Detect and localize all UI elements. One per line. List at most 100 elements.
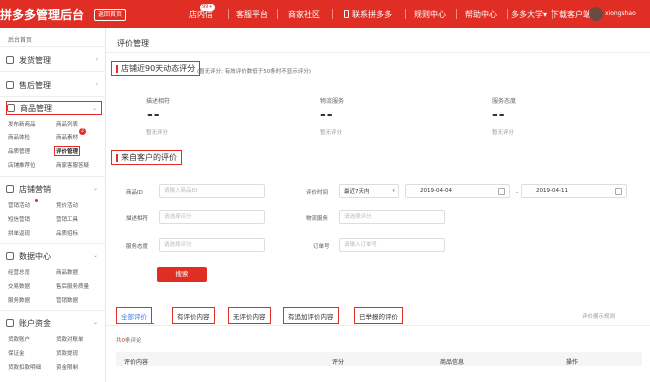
date-start-picker[interactable]: 2019-04-04	[405, 184, 510, 198]
sidebar-group-label: 发货管理	[19, 55, 51, 65]
logistics-score-select[interactable]	[339, 210, 445, 224]
chevron-right-icon: ›	[95, 56, 98, 63]
chart-icon	[6, 252, 14, 260]
sidebar-group-data[interactable]: 数据中心 ⌄	[6, 249, 102, 263]
wallet-icon	[6, 319, 14, 327]
chevron-down-icon: ⌄	[92, 319, 98, 326]
sidebar-item-goods-list[interactable]: 商品列表	[56, 120, 78, 128]
active-tab-indicator	[118, 323, 154, 324]
sidebar-group-marketing[interactable]: 店铺营销 ⌄	[6, 182, 102, 196]
order-no-input[interactable]	[339, 238, 445, 252]
sidebar-item-publish[interactable]: 发布新商品	[8, 120, 36, 128]
score-value-logistics: --	[320, 107, 334, 123]
sidebar-item-deduction[interactable]: 货款扣款明细	[8, 363, 41, 371]
column-header-goods: 商品信息	[440, 359, 465, 366]
avatar[interactable]	[589, 7, 603, 21]
sidebar-group-shipping[interactable]: 发货管理 ›	[6, 53, 102, 67]
tab-with-followup[interactable]: 有追加评价内容	[283, 307, 339, 324]
top-bar: 拼多多管理后台 返回首页 店内信 99+ 客服平台 商家社区 联系拼多多 规则中…	[0, 0, 650, 28]
logo[interactable]: 拼多多管理后台	[0, 6, 84, 23]
column-header-actions: 操作	[566, 359, 579, 366]
sidebar-group-goods[interactable]: 商品管理 ⌄	[6, 101, 102, 115]
sidebar-item-marketing-data[interactable]: 营销数据	[56, 296, 78, 304]
score-label-logistics: 物流服务	[320, 98, 345, 105]
score-sub-service: 暂无评分	[492, 130, 515, 136]
section-marker	[116, 153, 118, 162]
nav-download-client[interactable]: 下载客户端	[551, 0, 591, 28]
score-value-description: --	[147, 107, 161, 123]
sidebar-group-aftersale[interactable]: 售后管理 ›	[6, 78, 102, 92]
tab-reported[interactable]: 已举报的评价	[354, 307, 403, 324]
nav-rules[interactable]: 规则中心	[406, 0, 454, 28]
sidebar-item-aftersale-quality[interactable]: 售后服务质量	[56, 282, 89, 290]
new-dot	[35, 199, 38, 202]
chevron-down-icon: ▾	[392, 188, 395, 194]
truck-icon	[6, 56, 14, 64]
nav-help[interactable]: 帮助中心	[457, 0, 505, 28]
goods-icon	[7, 104, 15, 112]
tab-without-content[interactable]: 无评价内容	[228, 307, 271, 324]
section-title-text: 店铺近90天动态评分	[121, 64, 196, 73]
date-end-value: 2019-04-11	[536, 188, 568, 194]
sidebar-item-tools[interactable]: 营销工具	[56, 215, 78, 223]
sidebar-home-link[interactable]: 后台首页	[8, 35, 32, 44]
inbox-badge: 99+	[200, 4, 215, 11]
nav-contact[interactable]: 联系拼多多	[333, 0, 403, 28]
section-title-shop-score: 店铺近90天动态评分	[111, 61, 201, 76]
eval-time-value: 最近7天内	[344, 189, 370, 195]
calendar-icon	[615, 188, 622, 195]
date-end-picker[interactable]: 2019-04-11	[521, 184, 627, 198]
sidebar-group-label: 店铺营销	[19, 184, 51, 194]
sidebar-group-account[interactable]: 账户资金 ⌄	[6, 316, 102, 330]
sidebar-item-quality[interactable]: 品质管理	[8, 147, 30, 155]
divider	[0, 176, 106, 177]
sidebar-item-account[interactable]: 货款账户	[8, 335, 30, 343]
calendar-icon	[498, 188, 505, 195]
sidebar-item-statement[interactable]: 货款对账单	[56, 335, 84, 343]
review-rules-link[interactable]: 评价展示规则	[582, 312, 615, 320]
divider	[0, 96, 106, 97]
sidebar-item-service-data[interactable]: 服务数据	[8, 296, 30, 304]
app-title: 管理后台	[36, 8, 85, 22]
sidebar-item-goods-data[interactable]: 商品数据	[56, 268, 78, 276]
divider	[0, 243, 106, 244]
score-label-service: 服务态度	[492, 98, 517, 105]
sidebar-item-trade-data[interactable]: 交易数据	[8, 282, 30, 290]
nav-contact-label: 联系拼多多	[352, 9, 392, 19]
date-start-value: 2019-04-04	[420, 188, 452, 194]
sidebar-item-marketing-activity[interactable]: 营销活动	[8, 201, 30, 209]
goods-id-label: 商品ID	[126, 190, 143, 196]
sidebar-group-label: 售后管理	[19, 80, 51, 90]
eval-time-label: 评价时间	[306, 190, 329, 196]
sidebar-item-review-management[interactable]: 评价管理	[54, 146, 81, 156]
sidebar-item-qa[interactable]: 商家客服答疑	[56, 161, 89, 169]
desc-score-select[interactable]	[159, 210, 265, 224]
search-button[interactable]: 搜索	[157, 267, 207, 282]
phone-icon	[344, 10, 349, 18]
section-title-text: 来自客户的评价	[121, 153, 177, 162]
sidebar-item-sms[interactable]: 短信营销	[8, 215, 30, 223]
back-home-button[interactable]: 返回首页	[94, 9, 127, 21]
nav-community[interactable]: 商家社区	[278, 0, 330, 28]
score-sub-logistics: 暂无评分	[320, 130, 343, 136]
service-score-select[interactable]	[159, 238, 265, 252]
sidebar-item-cashback[interactable]: 拼单返现	[8, 229, 30, 237]
sidebar-item-bidding[interactable]: 竞价活动	[56, 201, 78, 209]
tab-all-reviews[interactable]: 全部评价	[116, 307, 152, 324]
tab-with-content[interactable]: 有评价内容	[172, 307, 215, 324]
sidebar-item-withdraw[interactable]: 货款提现	[56, 349, 78, 357]
sidebar-item-overview[interactable]: 经营总览	[8, 268, 30, 276]
eval-time-select[interactable]: 最近7天内 ▾	[339, 184, 399, 198]
sidebar-item-deposit[interactable]: 保证金	[8, 349, 25, 357]
column-header-score: 评分	[332, 359, 345, 366]
sidebar-item-goods-check[interactable]: 商品体检	[8, 133, 30, 141]
sidebar-item-goods-material[interactable]: 商品素材	[56, 133, 78, 141]
goods-id-input[interactable]	[159, 184, 265, 198]
sidebar-item-store-recommend[interactable]: 店铺推荐位	[8, 161, 36, 169]
review-count: 共0条评论	[116, 336, 142, 344]
sidebar-item-fund-limit[interactable]: 资金限制	[56, 363, 78, 371]
username[interactable]: xiongshao	[605, 10, 636, 17]
nav-customer-service[interactable]: 客服平台	[229, 0, 275, 28]
sidebar-item-tender[interactable]: 品质招标	[56, 229, 78, 237]
logistics-score-label: 物流服务	[306, 216, 329, 222]
